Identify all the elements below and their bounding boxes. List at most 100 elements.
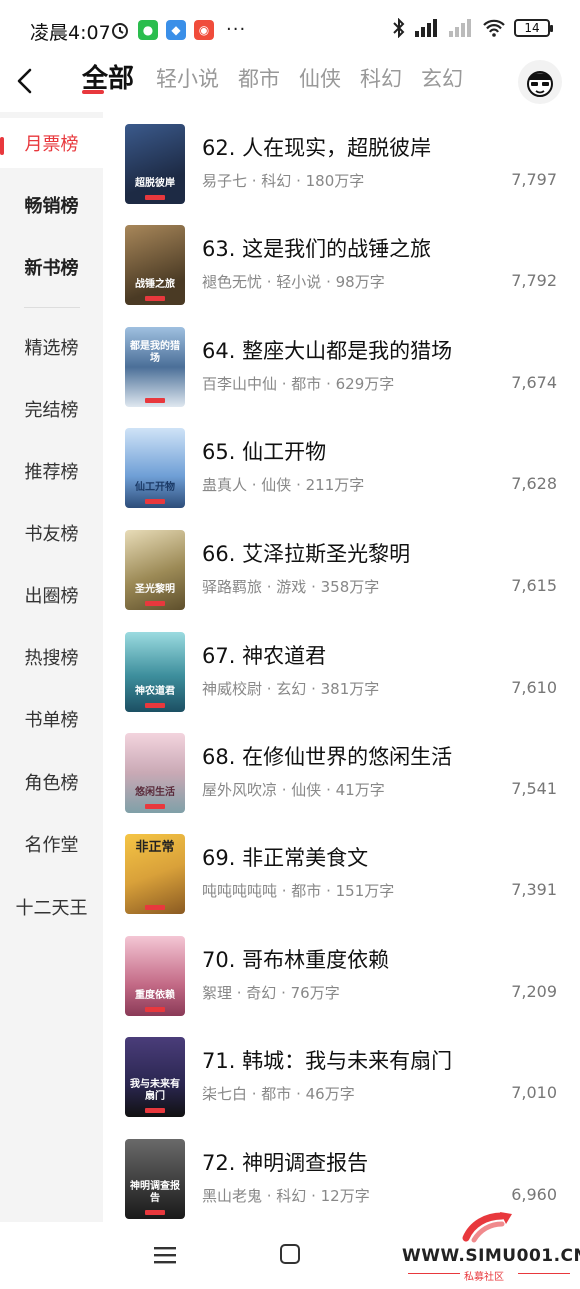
book-row[interactable]: 仙工开物 65. 仙工开物 蛊真人 · 仙侠 · 211万字 7,628 bbox=[125, 428, 565, 508]
menu-icon[interactable] bbox=[154, 1246, 176, 1264]
book-row[interactable]: 重度依赖 70. 哥布林重度依赖 絮理 · 奇幻 · 76万字 7,209 bbox=[125, 936, 565, 1016]
header: 全部 轻小说 都市 仙侠 科幻 玄幻 bbox=[0, 58, 580, 104]
book-meta: 神威校尉 · 玄幻 · 381万字 bbox=[202, 680, 380, 698]
signal-2-icon bbox=[449, 19, 471, 37]
category-tabs: 全部 轻小说 都市 仙侠 科幻 玄幻 bbox=[82, 58, 512, 104]
alarm-icon bbox=[110, 20, 130, 40]
monthly-ticket-count: 6,960 bbox=[511, 1185, 557, 1204]
book-row[interactable]: 圣光黎明 66. 艾泽拉斯圣光黎明 驿路羁旅 · 游戏 · 358万字 7,61… bbox=[125, 530, 565, 610]
sidebar-item-reader-friends[interactable]: 书友榜 bbox=[0, 508, 103, 558]
book-row[interactable]: 神农道君 67. 神农道君 神威校尉 · 玄幻 · 381万字 7,610 bbox=[125, 632, 565, 712]
book-meta: 易子七 · 科幻 · 180万字 bbox=[202, 172, 365, 190]
home-button[interactable] bbox=[280, 1244, 300, 1264]
book-title: 66. 艾泽拉斯圣光黎明 bbox=[202, 542, 411, 566]
sidebar-item-bestseller[interactable]: 畅销榜 bbox=[0, 180, 103, 230]
book-meta: 百李山中仙 · 都市 · 629万字 bbox=[202, 375, 395, 393]
tab-light-novel[interactable]: 轻小说 bbox=[156, 58, 219, 100]
book-title: 62. 人在现实，超脱彼岸 bbox=[202, 136, 432, 160]
user-avatar[interactable] bbox=[518, 60, 562, 104]
book-meta: 褪色无忧 · 轻小说 · 98万字 bbox=[202, 273, 385, 291]
book-meta: 柒七白 · 都市 · 46万字 bbox=[202, 1085, 355, 1103]
book-cover[interactable]: 仙工开物 bbox=[125, 428, 185, 508]
book-title: 64. 整座大山都是我的猎场 bbox=[202, 339, 453, 363]
sidebar-divider bbox=[24, 307, 80, 308]
status-bar: 凌晨4:07 ● ◆ ◉ ··· 14 bbox=[0, 0, 580, 58]
monthly-ticket-count: 7,010 bbox=[511, 1083, 557, 1102]
book-meta: 黑山老鬼 · 科幻 · 12万字 bbox=[202, 1187, 370, 1205]
book-row[interactable]: 非正常 69. 非正常美食文 吨吨吨吨吨 · 都市 · 151万字 7,391 bbox=[125, 834, 565, 914]
sidebar-item-twelve-kings[interactable]: 十二天王 bbox=[0, 882, 103, 932]
wifi-icon bbox=[483, 19, 505, 37]
book-title: 71. 韩城：我与未来有扇门 bbox=[202, 1049, 453, 1073]
sidebar-item-characters[interactable]: 角色榜 bbox=[0, 757, 103, 807]
book-cover[interactable]: 圣光黎明 bbox=[125, 530, 185, 610]
book-cover[interactable]: 非正常 bbox=[125, 834, 185, 914]
sidebar-item-hot-search[interactable]: 热搜榜 bbox=[0, 632, 103, 682]
book-row[interactable]: 都是我的猎场 64. 整座大山都是我的猎场 百李山中仙 · 都市 · 629万字… bbox=[125, 327, 565, 407]
monthly-ticket-count: 7,674 bbox=[511, 373, 557, 392]
book-cover[interactable]: 重度依赖 bbox=[125, 936, 185, 1016]
book-title: 72. 神明调查报告 bbox=[202, 1151, 369, 1175]
book-cover[interactable]: 都是我的猎场 bbox=[125, 327, 185, 407]
sidebar-item-completed[interactable]: 完结榜 bbox=[0, 384, 103, 434]
signal-icon bbox=[415, 19, 437, 37]
watermark-subtext: 私募社区 bbox=[464, 1272, 504, 1283]
monthly-ticket-count: 7,628 bbox=[511, 474, 557, 493]
book-cover[interactable]: 超脱彼岸 bbox=[125, 124, 185, 204]
monthly-ticket-count: 7,792 bbox=[511, 271, 557, 290]
bluetooth-icon bbox=[393, 18, 405, 38]
book-row[interactable]: 神明调查报告 72. 神明调查报告 黑山老鬼 · 科幻 · 12万字 6,960 bbox=[125, 1139, 565, 1219]
app-notification-icon: ◆ bbox=[166, 19, 186, 40]
monthly-ticket-count: 7,610 bbox=[511, 678, 557, 697]
weibo-icon: ◉ bbox=[194, 19, 214, 40]
book-cover[interactable]: 战锤之旅 bbox=[125, 225, 185, 305]
sidebar-item-featured[interactable]: 精选榜 bbox=[0, 322, 103, 372]
book-cover[interactable]: 我与未来有扇门 bbox=[125, 1037, 185, 1117]
tab-urban[interactable]: 都市 bbox=[238, 58, 280, 100]
monthly-ticket-count: 7,209 bbox=[511, 982, 557, 1001]
book-title: 68. 在修仙世界的悠闲生活 bbox=[202, 745, 453, 769]
tab-xuanhuan[interactable]: 玄幻 bbox=[421, 58, 463, 100]
tab-xianxia[interactable]: 仙侠 bbox=[299, 58, 341, 100]
book-title: 67. 神农道君 bbox=[202, 644, 327, 668]
monthly-ticket-count: 7,391 bbox=[511, 880, 557, 899]
book-title: 63. 这是我们的战锤之旅 bbox=[202, 237, 432, 261]
sidebar-item-breakout[interactable]: 出圈榜 bbox=[0, 570, 103, 620]
watermark: WWW.SIMU001.CN 私募社区 bbox=[402, 1210, 580, 1283]
notification-icons: ● ◆ ◉ ··· bbox=[110, 19, 246, 40]
book-cover[interactable]: 神明调查报告 bbox=[125, 1139, 185, 1219]
watermark-text: WWW.SIMU001.CN bbox=[402, 1246, 580, 1266]
sidebar-item-hall-of-fame[interactable]: 名作堂 bbox=[0, 819, 103, 869]
sidebar-item-recommended[interactable]: 推荐榜 bbox=[0, 446, 103, 496]
ranking-sidebar: 月票榜 畅销榜 新书榜 精选榜 完结榜 推荐榜 书友榜 出圈榜 热搜榜 书单榜 … bbox=[0, 112, 103, 1222]
book-row[interactable]: 我与未来有扇门 71. 韩城：我与未来有扇门 柒七白 · 都市 · 46万字 7… bbox=[125, 1037, 565, 1117]
tab-all[interactable]: 全部 bbox=[82, 58, 134, 100]
book-row[interactable]: 战锤之旅 63. 这是我们的战锤之旅 褪色无忧 · 轻小说 · 98万字 7,7… bbox=[125, 225, 565, 305]
chevron-left-icon bbox=[17, 68, 32, 94]
monthly-ticket-count: 7,615 bbox=[511, 576, 557, 595]
book-meta: 驿路羁旅 · 游戏 · 358万字 bbox=[202, 578, 380, 596]
more-notifications-icon: ··· bbox=[226, 19, 247, 40]
wechat-icon: ● bbox=[138, 19, 158, 40]
monthly-ticket-count: 7,797 bbox=[511, 170, 557, 189]
book-title: 65. 仙工开物 bbox=[202, 440, 327, 464]
book-cover[interactable]: 悠闲生活 bbox=[125, 733, 185, 813]
back-button[interactable] bbox=[10, 62, 40, 100]
sidebar-item-new-books[interactable]: 新书榜 bbox=[0, 242, 103, 292]
book-title: 70. 哥布林重度依赖 bbox=[202, 948, 390, 972]
status-time: 凌晨4:07 bbox=[30, 22, 111, 44]
battery-indicator: 14 bbox=[514, 19, 553, 37]
book-row[interactable]: 悠闲生活 68. 在修仙世界的悠闲生活 屋外风吹凉 · 仙侠 · 41万字 7,… bbox=[125, 733, 565, 813]
book-meta: 屋外风吹凉 · 仙侠 · 41万字 bbox=[202, 781, 385, 799]
book-row[interactable]: 超脱彼岸 62. 人在现实，超脱彼岸 易子七 · 科幻 · 180万字 7,79… bbox=[125, 124, 565, 204]
book-meta: 吨吨吨吨吨 · 都市 · 151万字 bbox=[202, 882, 395, 900]
monthly-ticket-count: 7,541 bbox=[511, 779, 557, 798]
avatar-face-icon bbox=[527, 71, 553, 97]
sidebar-item-booklist[interactable]: 书单榜 bbox=[0, 694, 103, 744]
book-meta: 蛊真人 · 仙侠 · 211万字 bbox=[202, 476, 365, 494]
book-cover[interactable]: 神农道君 bbox=[125, 632, 185, 712]
book-meta: 絮理 · 奇幻 · 76万字 bbox=[202, 984, 340, 1002]
system-icons: 14 bbox=[392, 18, 553, 38]
sidebar-item-monthly-ticket[interactable]: 月票榜 bbox=[0, 118, 103, 168]
tab-scifi[interactable]: 科幻 bbox=[360, 58, 402, 100]
